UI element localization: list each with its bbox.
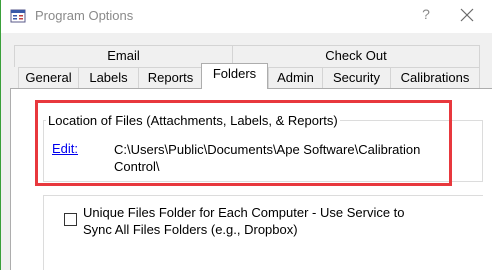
unique-folder-label-line-1: Unique Files Folder for Each Computer - … bbox=[83, 205, 405, 220]
help-button[interactable]: ? bbox=[416, 6, 436, 26]
tab-label: Check Out bbox=[325, 48, 387, 63]
tab-labels[interactable]: Labels bbox=[78, 67, 138, 89]
tab-check-out[interactable]: Check Out bbox=[232, 45, 480, 67]
highlight-box bbox=[35, 100, 452, 186]
sync-options-group-edge bbox=[43, 195, 44, 270]
unique-folder-checkbox[interactable] bbox=[64, 213, 77, 226]
tab-security[interactable]: Security bbox=[322, 67, 390, 89]
tab-admin[interactable]: Admin bbox=[268, 67, 322, 89]
tab-folders[interactable]: Folders bbox=[201, 63, 268, 89]
sync-options-group-top bbox=[43, 195, 483, 196]
tab-reports[interactable]: Reports bbox=[138, 67, 202, 89]
window-title: Program Options bbox=[35, 8, 134, 23]
tab-email[interactable]: Email bbox=[14, 45, 232, 67]
unique-folder-checkbox-label[interactable]: Unique Files Folder for Each Computer - … bbox=[83, 204, 413, 238]
tab-label: Email bbox=[107, 48, 140, 63]
tab-label: Calibrations bbox=[400, 70, 470, 85]
background-window-edge bbox=[0, 0, 1, 270]
tab-calibrations[interactable]: Calibrations bbox=[390, 67, 480, 89]
program-options-dialog: Program Options ? Email Check Out Genera… bbox=[0, 0, 492, 270]
title-bar[interactable]: Program Options ? bbox=[1, 0, 492, 33]
tab-label: Security bbox=[333, 70, 380, 85]
unique-folder-label-line-2: Sync All Files Folders (e.g., Dropbox) bbox=[83, 222, 298, 237]
close-icon[interactable] bbox=[460, 8, 474, 22]
tab-label: General bbox=[25, 70, 72, 85]
tab-general[interactable]: General bbox=[18, 67, 78, 89]
tab-label: Admin bbox=[277, 70, 314, 85]
tab-label: Labels bbox=[89, 70, 128, 85]
tab-label: Reports bbox=[147, 70, 194, 85]
tab-label: Folders bbox=[212, 66, 257, 81]
app-icon bbox=[10, 9, 26, 23]
